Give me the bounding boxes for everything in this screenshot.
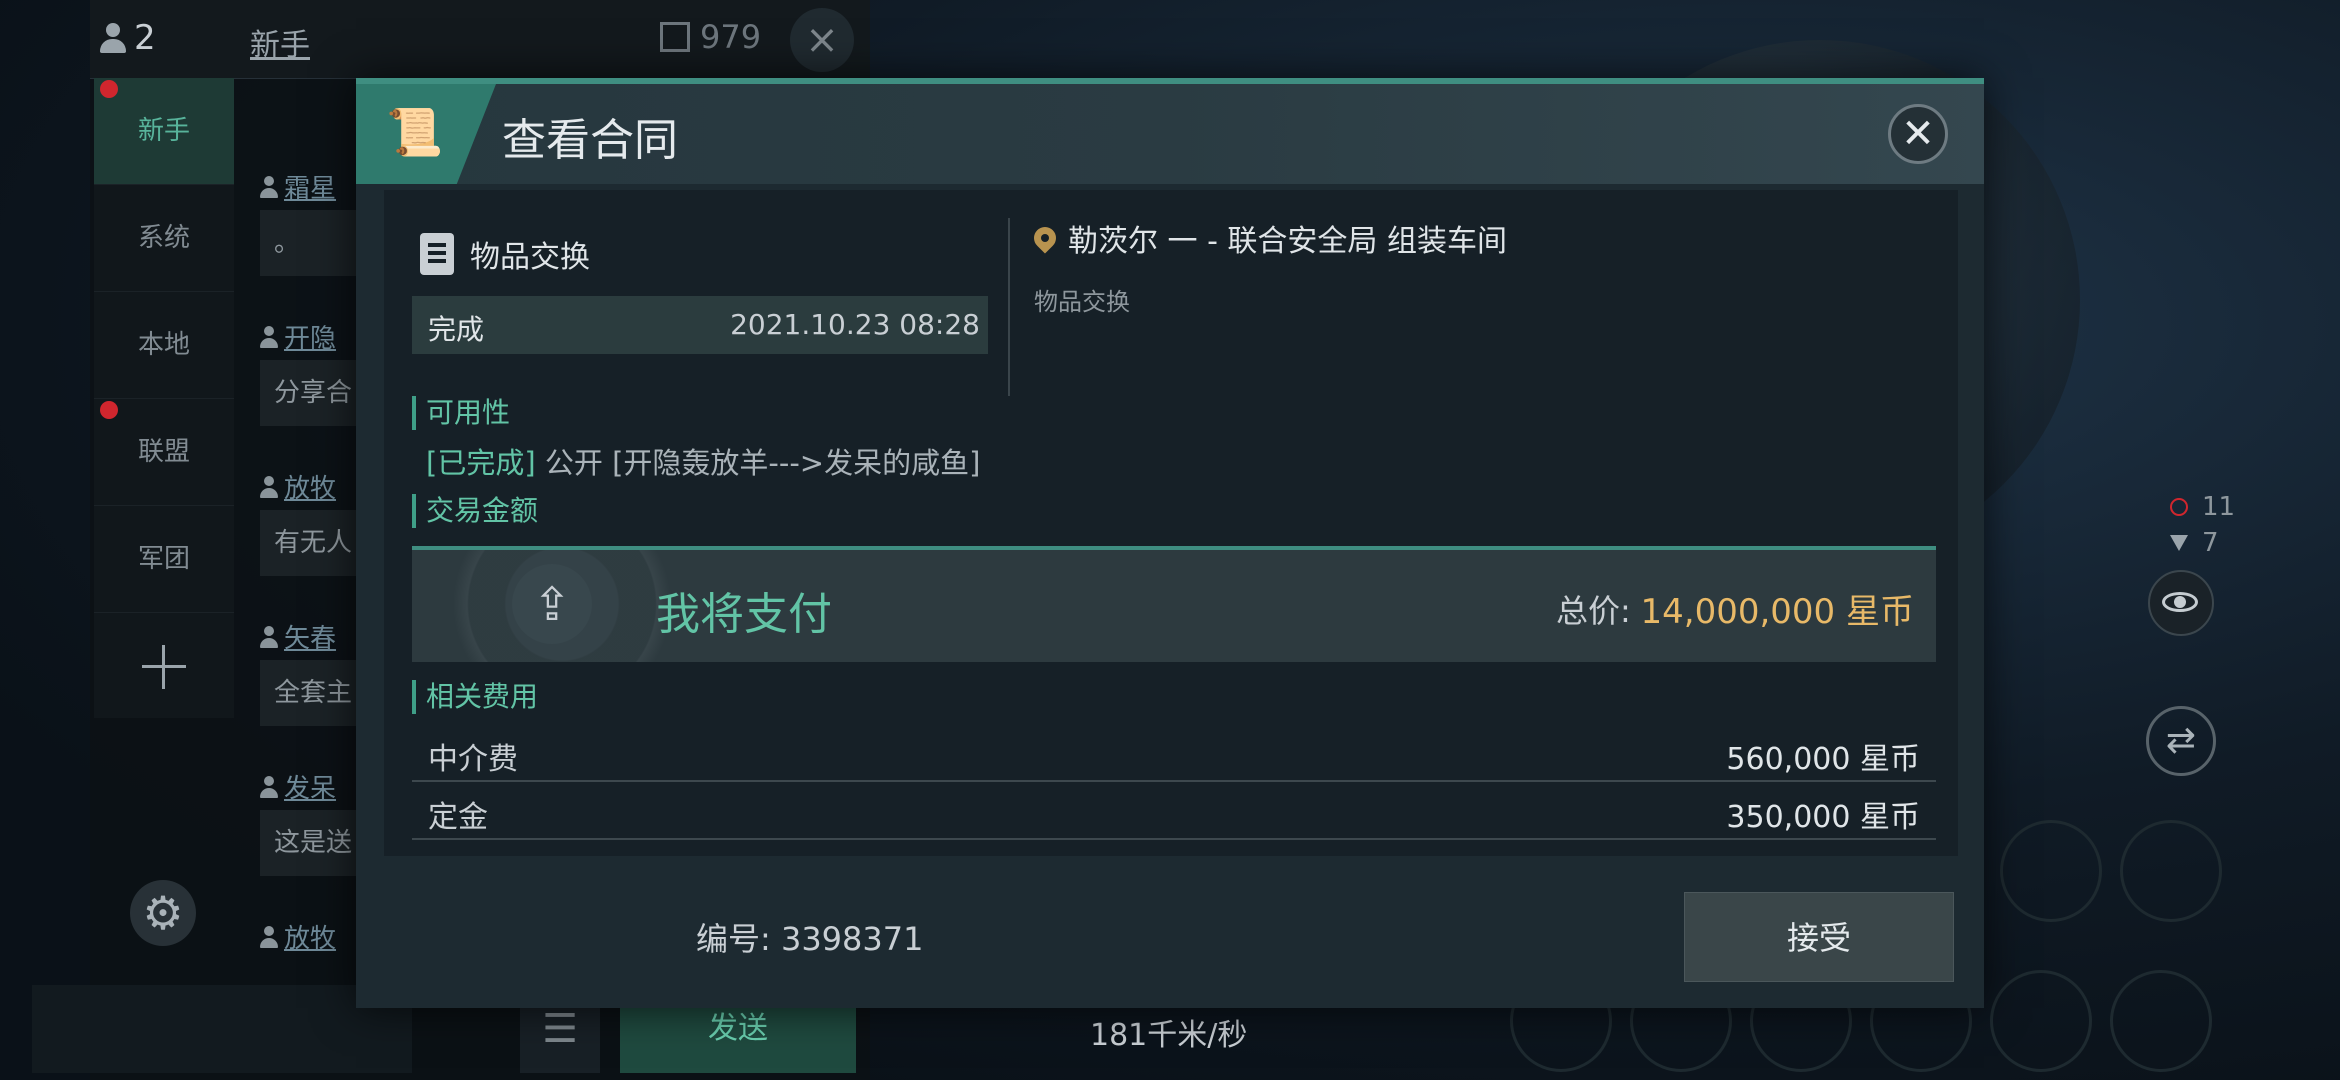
user-icon [260, 175, 278, 198]
location-pin-icon [1029, 222, 1061, 254]
online-count: 2 [100, 18, 156, 58]
hud-stat-value: 7 [2202, 528, 2219, 558]
accept-button[interactable]: 接受 [1684, 892, 1954, 982]
speed-readout: 181千米/秒 [1090, 1018, 1248, 1053]
message-author[interactable]: 放牧 [260, 918, 336, 955]
availability-info: [已完成] 公开 [开隐轰放羊--->发呆的咸鱼] [426, 440, 980, 482]
hud-stat-neutral: 7 [2170, 528, 2219, 558]
chat-input[interactable] [32, 985, 412, 1073]
message-author[interactable]: 放牧 [260, 468, 336, 505]
notification-dot [100, 80, 118, 98]
dialog-header: 📜 查看合同 ✕ [356, 84, 1984, 184]
availability-heading: 可用性 [412, 396, 510, 430]
chat-topbar: 2 新手 979 × [90, 0, 870, 79]
channel-title[interactable]: 新手 [250, 20, 310, 64]
fee-value: 560,000 星币 [1726, 742, 1920, 777]
user-icon [260, 325, 278, 348]
total-label: 总价: [1556, 592, 1631, 630]
tab-label: 本地 [137, 330, 190, 360]
table-row: 定金 350,000 星币 [412, 782, 1936, 840]
coin-counter: 979 [660, 18, 761, 56]
tab-label: 系统 [137, 223, 190, 253]
message-author[interactable]: 开隐 [260, 318, 336, 355]
cart-upload-icon: ⇪ [512, 564, 592, 644]
close-icon[interactable]: ✕ [1888, 104, 1948, 164]
contract-scroll-icon: 📜 [386, 105, 444, 159]
dialog-body: 物品交换 完成 2021.10.23 08:28 勒茨尔 一 - 联合安全局 组… [384, 190, 1958, 856]
item-exchange-icon [420, 233, 454, 275]
contract-id: 编号: 3398371 [696, 920, 924, 958]
user-icon [100, 23, 126, 53]
tab-legion[interactable]: 军团 [94, 506, 234, 613]
tab-system[interactable]: 系统 [94, 185, 234, 292]
coin-icon [660, 22, 690, 52]
tab-newbie[interactable]: 新手 [94, 78, 234, 185]
tab-alliance[interactable]: 联盟 [94, 399, 234, 506]
user-icon [260, 625, 278, 648]
message-author[interactable]: 发呆 [260, 768, 336, 805]
contract-dialog: 📜 查看合同 ✕ 物品交换 完成 2021.10.23 08:28 勒茨尔 一 … [356, 78, 1984, 1008]
message-author[interactable]: 矢春 [260, 618, 336, 655]
payment-box: ⇪ 我将支付 总价: 14,000,000 星币 [412, 546, 1936, 662]
header-icon-box: 📜 [356, 84, 496, 184]
gear-icon[interactable]: ⚙ [130, 880, 196, 946]
fees-heading: 相关费用 [412, 680, 538, 714]
user-icon [260, 775, 278, 798]
message-author[interactable]: 霜星 [260, 168, 336, 205]
status-timestamp: 2021.10.23 08:28 [730, 308, 980, 341]
tab-label: 联盟 [137, 437, 190, 467]
hud-slot[interactable] [2110, 970, 2212, 1072]
hostile-icon [2170, 498, 2188, 516]
hud-slot[interactable] [2120, 820, 2222, 922]
notification-dot [100, 401, 118, 419]
availability-status: [已完成] [426, 446, 536, 480]
table-row: 中介费 560,000 星币 [412, 724, 1936, 782]
user-icon [260, 475, 278, 498]
tab-label: 军团 [137, 544, 190, 574]
status-bar: 完成 2021.10.23 08:28 [412, 296, 988, 354]
fee-name: 定金 [428, 800, 488, 835]
hud-stat-value: 11 [2202, 492, 2236, 522]
dialog-title: 查看合同 [502, 115, 678, 166]
status-label: 完成 [428, 313, 485, 346]
amount-heading: 交易金额 [412, 494, 538, 528]
swap-icon[interactable]: ⇄ [2146, 706, 2216, 776]
online-count-value: 2 [134, 18, 156, 58]
availability-text: 公开 [开隐轰放羊--->发呆的咸鱼] [544, 446, 981, 480]
hud-slot[interactable] [2000, 820, 2102, 922]
tab-label: 新手 [137, 116, 190, 146]
fee-name: 中介费 [428, 742, 518, 777]
hud-slot[interactable] [1990, 970, 2092, 1072]
chat-tabs: 新手 系统 本地 联盟 军团 [94, 78, 234, 718]
contract-type: 物品交换 [420, 232, 590, 276]
hud-stat-hostile: 11 [2170, 492, 2235, 522]
contract-type-label: 物品交换 [470, 240, 590, 275]
location: 勒茨尔 一 - 联合安全局 组装车间 [1029, 216, 1507, 260]
tab-local[interactable]: 本地 [94, 292, 234, 399]
total-value: 14,000,000 星币 [1640, 592, 1914, 632]
chat-close-icon[interactable]: × [790, 8, 854, 72]
fee-value: 350,000 星币 [1726, 800, 1920, 835]
add-channel-icon[interactable] [94, 613, 234, 719]
coin-count: 979 [700, 18, 762, 56]
divider [1008, 218, 1010, 396]
location-description: 物品交换 [1034, 288, 1130, 316]
location-name: 勒茨尔 一 - 联合安全局 组装车间 [1068, 224, 1507, 259]
eye-icon[interactable] [2148, 570, 2214, 636]
neutral-icon [2170, 535, 2188, 551]
pay-label: 我将支付 [656, 589, 832, 640]
user-icon [260, 925, 278, 948]
